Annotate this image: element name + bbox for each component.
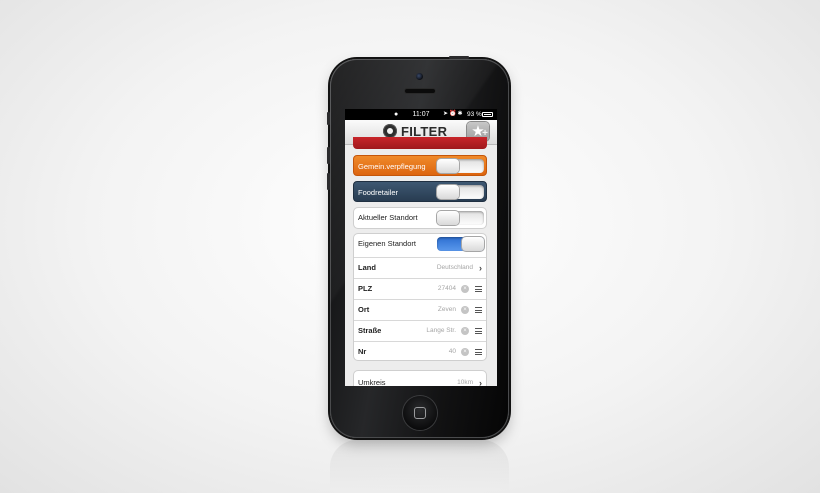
own-location-label: Eigenen Standort [358, 239, 416, 248]
chevron-right-icon: › [479, 378, 482, 386]
location-icon: ➤⏰✱ [443, 111, 464, 117]
volume-up-button [327, 147, 330, 164]
own-location-row[interactable]: Eigenen Standort [354, 234, 486, 258]
current-location-label: Aktueller Standort [358, 213, 418, 222]
status-bar: ● 11:07 ➤⏰✱ 93 % [345, 109, 497, 120]
ort-value[interactable]: Zeven [438, 300, 456, 320]
land-value: Deutschland [436, 264, 473, 271]
front-camera [416, 73, 423, 80]
own-location-group: Eigenen Standort Land Deutschland › PLZ … [353, 233, 487, 361]
nr-value[interactable]: 40 [449, 342, 456, 362]
list-icon[interactable] [475, 349, 482, 355]
battery-percent: 93 % [467, 111, 482, 118]
mute-switch [327, 112, 330, 125]
list-icon[interactable] [475, 328, 482, 334]
home-button[interactable] [403, 396, 437, 430]
power-button [449, 56, 469, 59]
plz-row[interactable]: PLZ 27404 × [354, 279, 486, 300]
nr-label: Nr [358, 347, 367, 356]
strasse-row[interactable]: Straße Lange Str. × [354, 321, 486, 342]
gemeinverpflegung-toggle[interactable] [437, 159, 484, 173]
radius-group: Umkreis 10km › [353, 370, 487, 386]
phone-screen: ● 11:07 ➤⏰✱ 93 % FILTER ★ + Gemein.verpf… [345, 109, 497, 386]
battery-icon [482, 112, 493, 117]
chevron-right-icon: › [479, 263, 482, 273]
strasse-value[interactable]: Lange Str. [426, 321, 456, 341]
earpiece-speaker [405, 89, 435, 93]
current-location-toggle[interactable] [437, 211, 484, 225]
category-red-cell[interactable] [353, 137, 487, 149]
own-location-toggle[interactable] [437, 237, 484, 251]
list-icon[interactable] [475, 307, 482, 313]
filter-logo-icon [383, 124, 397, 138]
clear-icon[interactable]: × [461, 348, 469, 356]
current-location-group: Aktueller Standort [353, 207, 487, 229]
phone-reflection [330, 440, 509, 490]
category-gemeinverpflegung-cell[interactable]: Gemein.verpflegung [353, 155, 487, 176]
radius-value: 10km [457, 379, 473, 386]
nr-row[interactable]: Nr 40 × [354, 342, 486, 363]
ort-row[interactable]: Ort Zeven × [354, 300, 486, 321]
clear-icon[interactable]: × [461, 306, 469, 314]
ort-label: Ort [358, 305, 370, 314]
category-gemeinverpflegung-label: Gemein.verpflegung [358, 162, 426, 171]
clear-icon[interactable]: × [461, 327, 469, 335]
plz-label: PLZ [358, 284, 373, 293]
volume-down-button [327, 173, 330, 190]
land-row[interactable]: Land Deutschland › [354, 258, 486, 279]
category-foodretailer-cell[interactable]: Foodretailer [353, 181, 487, 202]
list-icon[interactable] [475, 286, 482, 292]
strasse-label: Straße [358, 326, 382, 335]
foodretailer-toggle[interactable] [437, 185, 484, 199]
radius-label: Umkreis [358, 378, 386, 386]
radius-row[interactable]: Umkreis 10km › [354, 371, 486, 386]
current-location-row[interactable]: Aktueller Standort [354, 208, 486, 229]
plz-value[interactable]: 27404 [438, 279, 456, 299]
land-label: Land [358, 263, 376, 272]
clear-icon[interactable]: × [461, 285, 469, 293]
category-foodretailer-label: Foodretailer [358, 188, 399, 197]
